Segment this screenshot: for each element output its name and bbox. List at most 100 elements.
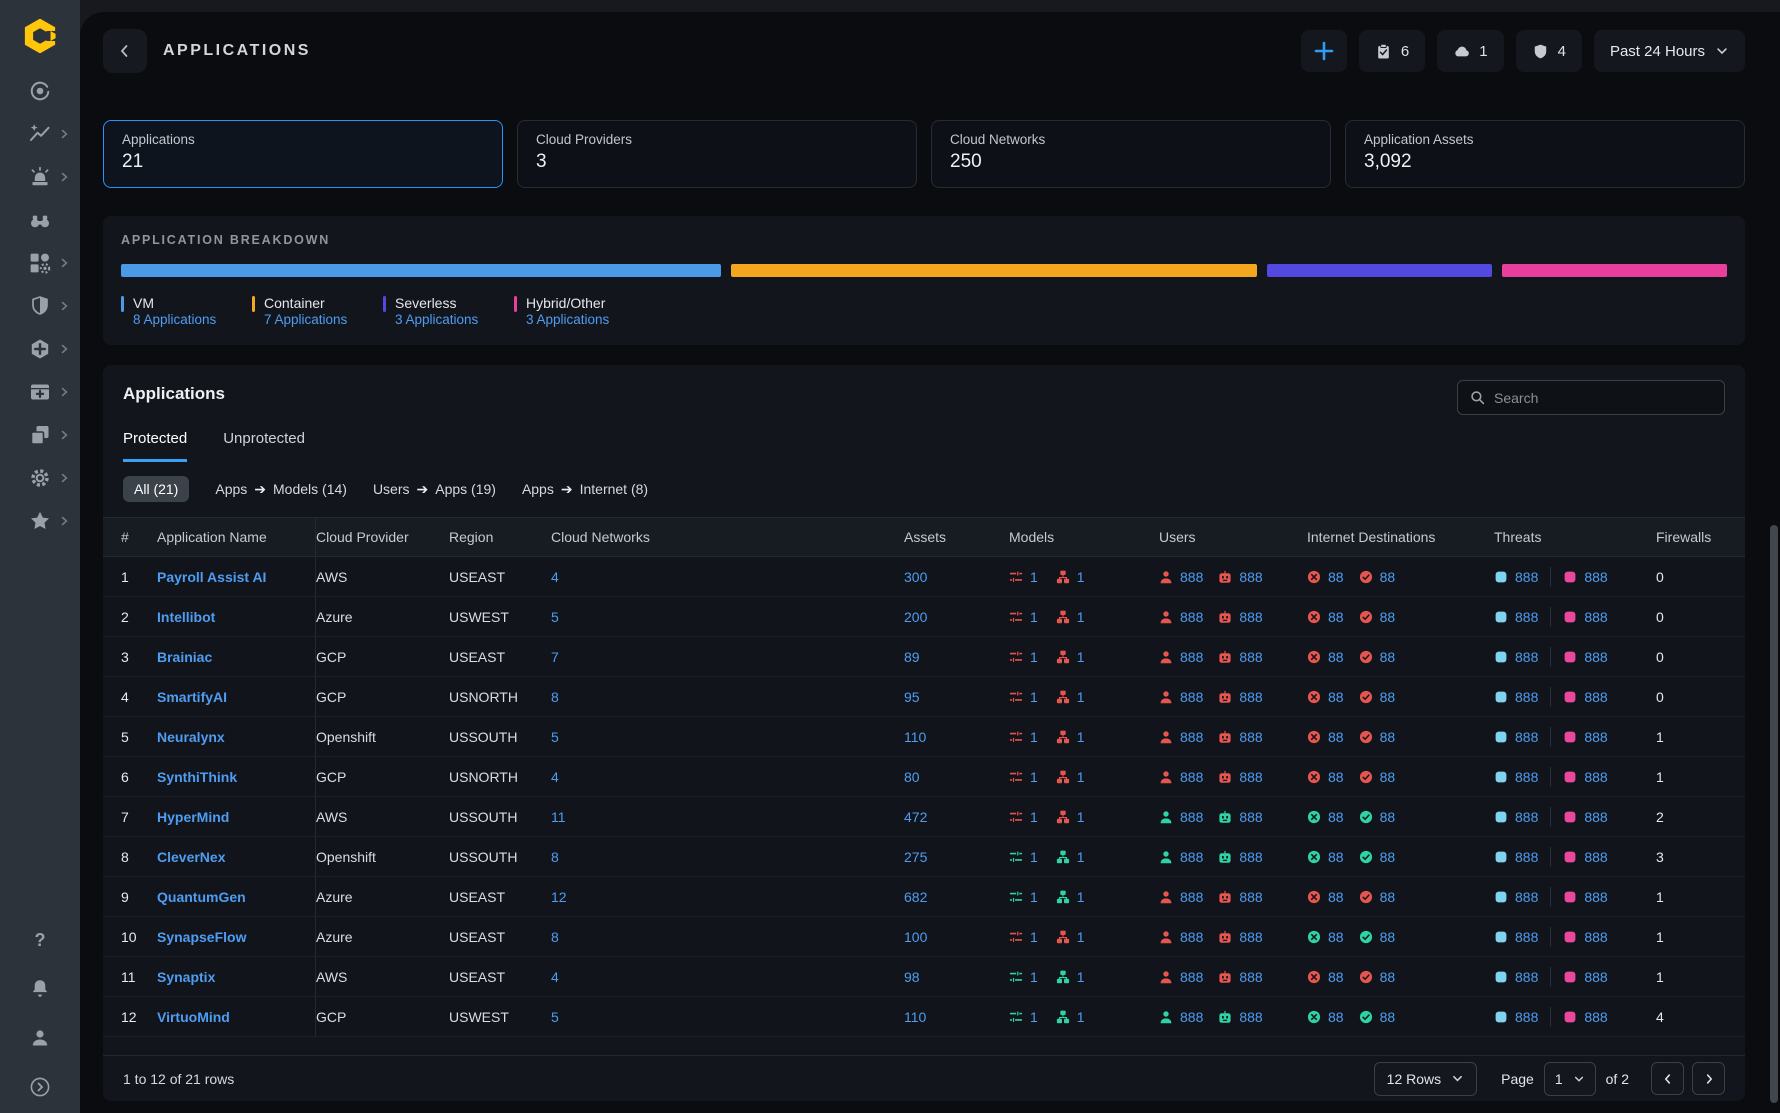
brand-logo-icon[interactable] (17, 13, 63, 59)
filter-1[interactable]: Apps ➔ Models (14) (215, 481, 347, 498)
threats-network-count-link[interactable]: 888 (1515, 569, 1538, 585)
application-name-link[interactable]: Intellibot (157, 609, 215, 625)
threats-network-count-link[interactable]: 888 (1515, 889, 1538, 905)
threats-web-count-link[interactable]: 888 (1584, 769, 1607, 785)
internet-allowed-count-link[interactable]: 88 (1380, 689, 1396, 705)
users-person-count-link[interactable]: 888 (1180, 809, 1203, 825)
threats-web-count-link[interactable]: 888 (1584, 569, 1607, 585)
internet-blocked-count-link[interactable]: 88 (1328, 729, 1344, 745)
model-tune-count-link[interactable]: 1 (1030, 969, 1038, 985)
model-tune-count-link[interactable]: 1 (1030, 609, 1038, 625)
users-person-count-link[interactable]: 888 (1180, 1009, 1203, 1025)
threats-network-count-link[interactable]: 888 (1515, 809, 1538, 825)
threats-web-count-link[interactable]: 888 (1584, 729, 1607, 745)
users-bot-count-link[interactable]: 888 (1239, 609, 1262, 625)
cloud-badge[interactable]: 1 (1437, 30, 1503, 72)
legend-count-link[interactable]: 7 Applications (264, 312, 347, 327)
tab-unprotected[interactable]: Unprotected (223, 430, 305, 462)
users-person-count-link[interactable]: 888 (1180, 649, 1203, 665)
model-cluster-count-link[interactable]: 1 (1077, 969, 1085, 985)
application-name-link[interactable]: SmartifyAI (157, 689, 227, 705)
threats-web-count-link[interactable]: 888 (1584, 849, 1607, 865)
cloud-networks-link[interactable]: 4 (551, 769, 559, 785)
application-name-link[interactable]: HyperMind (157, 809, 229, 825)
users-person-count-link[interactable]: 888 (1180, 969, 1203, 985)
internet-blocked-count-link[interactable]: 88 (1328, 809, 1344, 825)
model-cluster-count-link[interactable]: 1 (1077, 649, 1085, 665)
application-name-link[interactable]: SynapseFlow (157, 929, 246, 945)
stat-card-applications[interactable]: Applications 21 (103, 120, 503, 188)
internet-allowed-count-link[interactable]: 88 (1380, 769, 1396, 785)
assets-link[interactable]: 472 (904, 809, 927, 825)
assets-link[interactable]: 89 (904, 649, 920, 665)
sidebar-item-favorites[interactable] (11, 509, 69, 533)
model-cluster-count-link[interactable]: 1 (1077, 609, 1085, 625)
model-tune-count-link[interactable]: 1 (1030, 569, 1038, 585)
users-person-count-link[interactable]: 888 (1180, 769, 1203, 785)
cloud-networks-link[interactable]: 12 (551, 889, 567, 905)
legend-count-link[interactable]: 3 Applications (395, 312, 478, 327)
threats-web-count-link[interactable]: 888 (1584, 689, 1607, 705)
threats-network-count-link[interactable]: 888 (1515, 689, 1538, 705)
threats-web-count-link[interactable]: 888 (1584, 609, 1607, 625)
application-name-link[interactable]: Neuralynx (157, 729, 225, 745)
assets-link[interactable]: 98 (904, 969, 920, 985)
model-tune-count-link[interactable]: 1 (1030, 729, 1038, 745)
sidebar-item-resources[interactable] (11, 423, 69, 447)
model-tune-count-link[interactable]: 1 (1030, 769, 1038, 785)
users-bot-count-link[interactable]: 888 (1239, 889, 1262, 905)
cloud-networks-link[interactable]: 8 (551, 689, 559, 705)
assets-link[interactable]: 275 (904, 849, 927, 865)
cloud-networks-link[interactable]: 4 (551, 969, 559, 985)
threats-web-count-link[interactable]: 888 (1584, 929, 1607, 945)
stat-card-cloud-providers[interactable]: Cloud Providers 3 (517, 120, 917, 188)
internet-blocked-count-link[interactable]: 88 (1328, 569, 1344, 585)
users-bot-count-link[interactable]: 888 (1239, 689, 1262, 705)
users-person-count-link[interactable]: 888 (1180, 849, 1203, 865)
model-cluster-count-link[interactable]: 1 (1077, 1009, 1085, 1025)
model-cluster-count-link[interactable]: 1 (1077, 769, 1085, 785)
internet-blocked-count-link[interactable]: 88 (1328, 969, 1344, 985)
threats-network-count-link[interactable]: 888 (1515, 769, 1538, 785)
model-cluster-count-link[interactable]: 1 (1077, 729, 1085, 745)
assets-link[interactable]: 95 (904, 689, 920, 705)
sidebar-item-notifications[interactable] (26, 977, 54, 1001)
sidebar-item-inventory[interactable] (11, 251, 69, 275)
model-cluster-count-link[interactable]: 1 (1077, 929, 1085, 945)
cloud-networks-link[interactable]: 4 (551, 569, 559, 585)
threats-network-count-link[interactable]: 888 (1515, 1009, 1538, 1025)
rows-per-page-select[interactable]: 12 Rows (1374, 1062, 1477, 1096)
prev-page-button[interactable] (1651, 1062, 1684, 1095)
threats-network-count-link[interactable]: 888 (1515, 849, 1538, 865)
sidebar-item-expand[interactable] (26, 1075, 54, 1099)
threats-network-count-link[interactable]: 888 (1515, 929, 1538, 945)
legend-count-link[interactable]: 3 Applications (526, 312, 609, 327)
users-bot-count-link[interactable]: 888 (1239, 849, 1262, 865)
assets-link[interactable]: 300 (904, 569, 927, 585)
cloud-networks-link[interactable]: 5 (551, 729, 559, 745)
internet-allowed-count-link[interactable]: 88 (1380, 569, 1396, 585)
internet-blocked-count-link[interactable]: 88 (1328, 929, 1344, 945)
users-bot-count-link[interactable]: 888 (1239, 569, 1262, 585)
internet-allowed-count-link[interactable]: 88 (1380, 849, 1396, 865)
application-name-link[interactable]: SynthiThink (157, 769, 237, 785)
threats-web-count-link[interactable]: 888 (1584, 809, 1607, 825)
threats-web-count-link[interactable]: 888 (1584, 649, 1607, 665)
internet-allowed-count-link[interactable]: 88 (1380, 929, 1396, 945)
users-bot-count-link[interactable]: 888 (1239, 929, 1262, 945)
users-person-count-link[interactable]: 888 (1180, 929, 1203, 945)
stat-card-cloud-networks[interactable]: Cloud Networks 250 (931, 120, 1331, 188)
model-cluster-count-link[interactable]: 1 (1077, 689, 1085, 705)
legend-count-link[interactable]: 8 Applications (133, 312, 216, 327)
assets-link[interactable]: 100 (904, 929, 927, 945)
users-person-count-link[interactable]: 888 (1180, 729, 1203, 745)
users-bot-count-link[interactable]: 888 (1239, 809, 1262, 825)
cloud-networks-link[interactable]: 5 (551, 1009, 559, 1025)
users-bot-count-link[interactable]: 888 (1239, 769, 1262, 785)
sidebar-item-account[interactable] (26, 1026, 54, 1050)
internet-blocked-count-link[interactable]: 88 (1328, 689, 1344, 705)
assets-link[interactable]: 200 (904, 609, 927, 625)
users-bot-count-link[interactable]: 888 (1239, 649, 1262, 665)
filter-2[interactable]: Users ➔ Apps (19) (373, 481, 496, 498)
assets-link[interactable]: 110 (904, 1009, 926, 1025)
